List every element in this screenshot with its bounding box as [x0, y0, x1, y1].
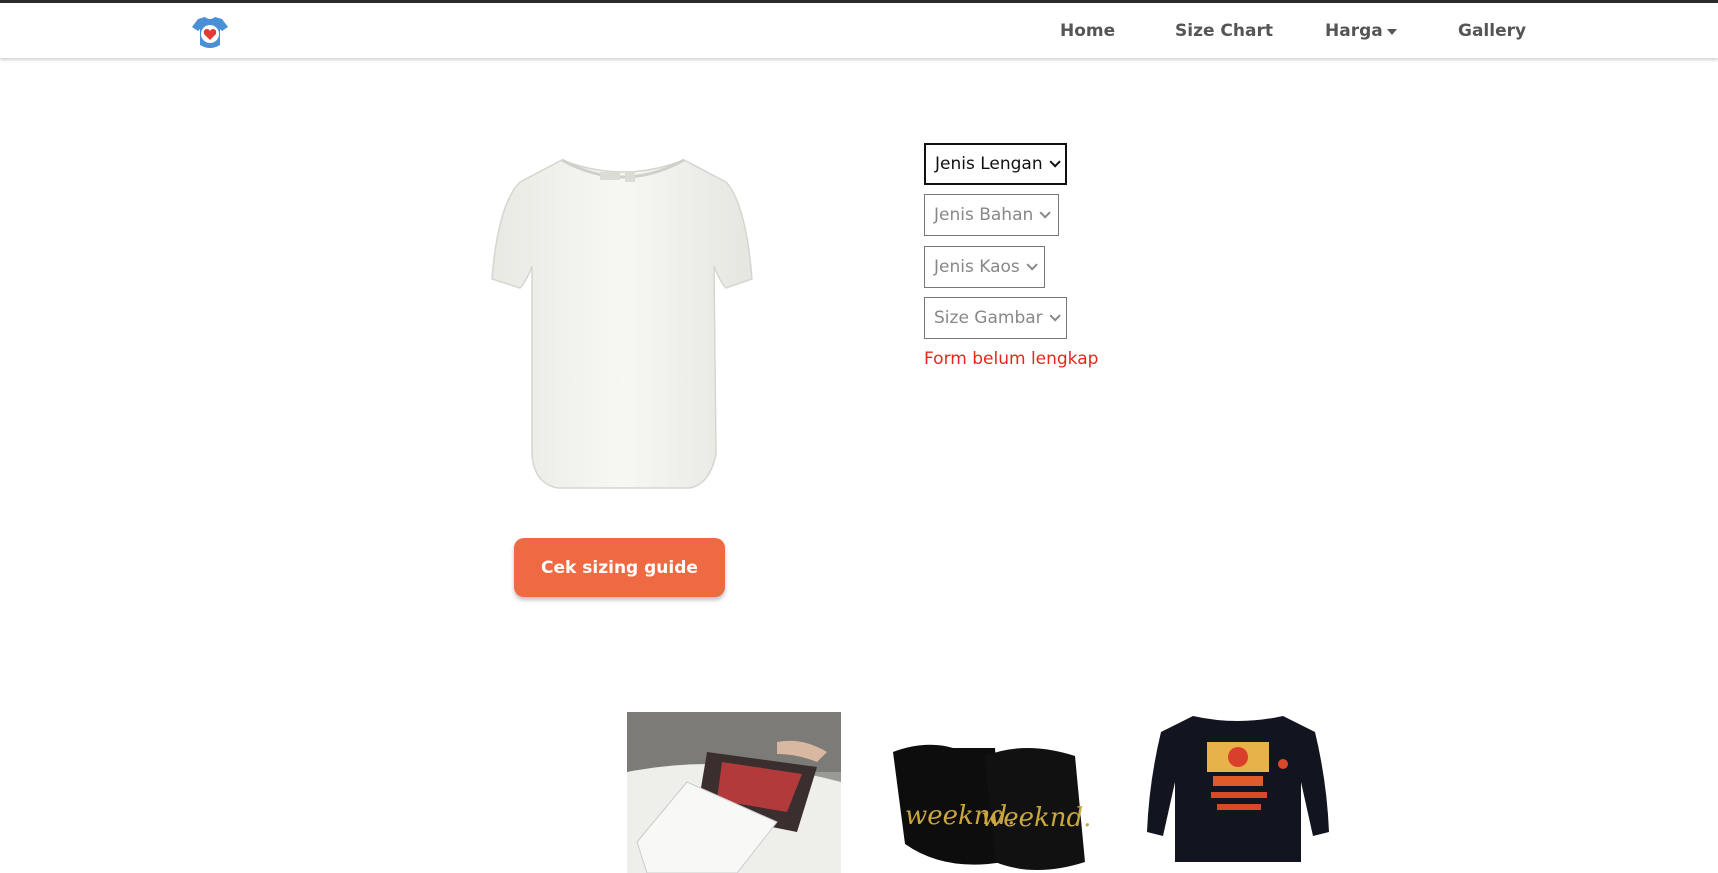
- nav-harga-dropdown[interactable]: Harga: [1325, 3, 1397, 58]
- size-gambar-label: Size Gambar: [934, 308, 1043, 328]
- nav-gallery-label: Gallery: [1458, 20, 1527, 41]
- caret-down-icon: [1386, 28, 1397, 35]
- weeknd-print-2: weeknd.: [981, 803, 1091, 833]
- longsleeve-shirt-photo: [1143, 712, 1333, 873]
- heat-press-photo: [627, 712, 841, 873]
- gallery-image-longsleeve[interactable]: [1143, 712, 1333, 873]
- chevron-down-icon: [1049, 156, 1061, 168]
- jenis-bahan-label: Jenis Bahan: [934, 205, 1034, 225]
- jenis-lengan-label: Jenis Lengan: [935, 154, 1043, 174]
- jenis-kaos-select[interactable]: Jenis Kaos: [924, 246, 1045, 288]
- jenis-bahan-select[interactable]: Jenis Bahan: [924, 194, 1059, 236]
- size-gambar-select[interactable]: Size Gambar: [924, 297, 1067, 339]
- nav-size-chart-label: Size Chart: [1175, 20, 1273, 41]
- top-navbar: Home Size Chart Harga Gallery: [0, 0, 1718, 58]
- jenis-kaos-label: Jenis Kaos: [934, 257, 1020, 277]
- nav-size-chart[interactable]: Size Chart: [1175, 3, 1273, 58]
- gallery-image-heat-press[interactable]: [627, 712, 841, 873]
- cek-sizing-guide-button[interactable]: Cek sizing guide: [514, 538, 725, 597]
- jenis-lengan-select[interactable]: Jenis Lengan: [924, 143, 1067, 185]
- nav-harga-label: Harga: [1325, 20, 1383, 41]
- form-incomplete-warning: Form belum lengkap: [924, 349, 1099, 369]
- gallery-image-weeknd-shirts[interactable]: weeknd. weeknd.: [885, 712, 1093, 873]
- nav-gallery[interactable]: Gallery: [1458, 3, 1526, 58]
- nav-home-label: Home: [1060, 20, 1116, 41]
- logo-tshirt-heart-icon[interactable]: [190, 15, 230, 51]
- weeknd-shirts-photo: weeknd. weeknd.: [885, 712, 1093, 873]
- chevron-down-icon: [1049, 310, 1061, 322]
- chevron-down-icon: [1039, 207, 1052, 219]
- white-tshirt-image: [491, 158, 753, 489]
- nav-home[interactable]: Home: [1060, 3, 1115, 58]
- chevron-down-icon: [1026, 259, 1038, 271]
